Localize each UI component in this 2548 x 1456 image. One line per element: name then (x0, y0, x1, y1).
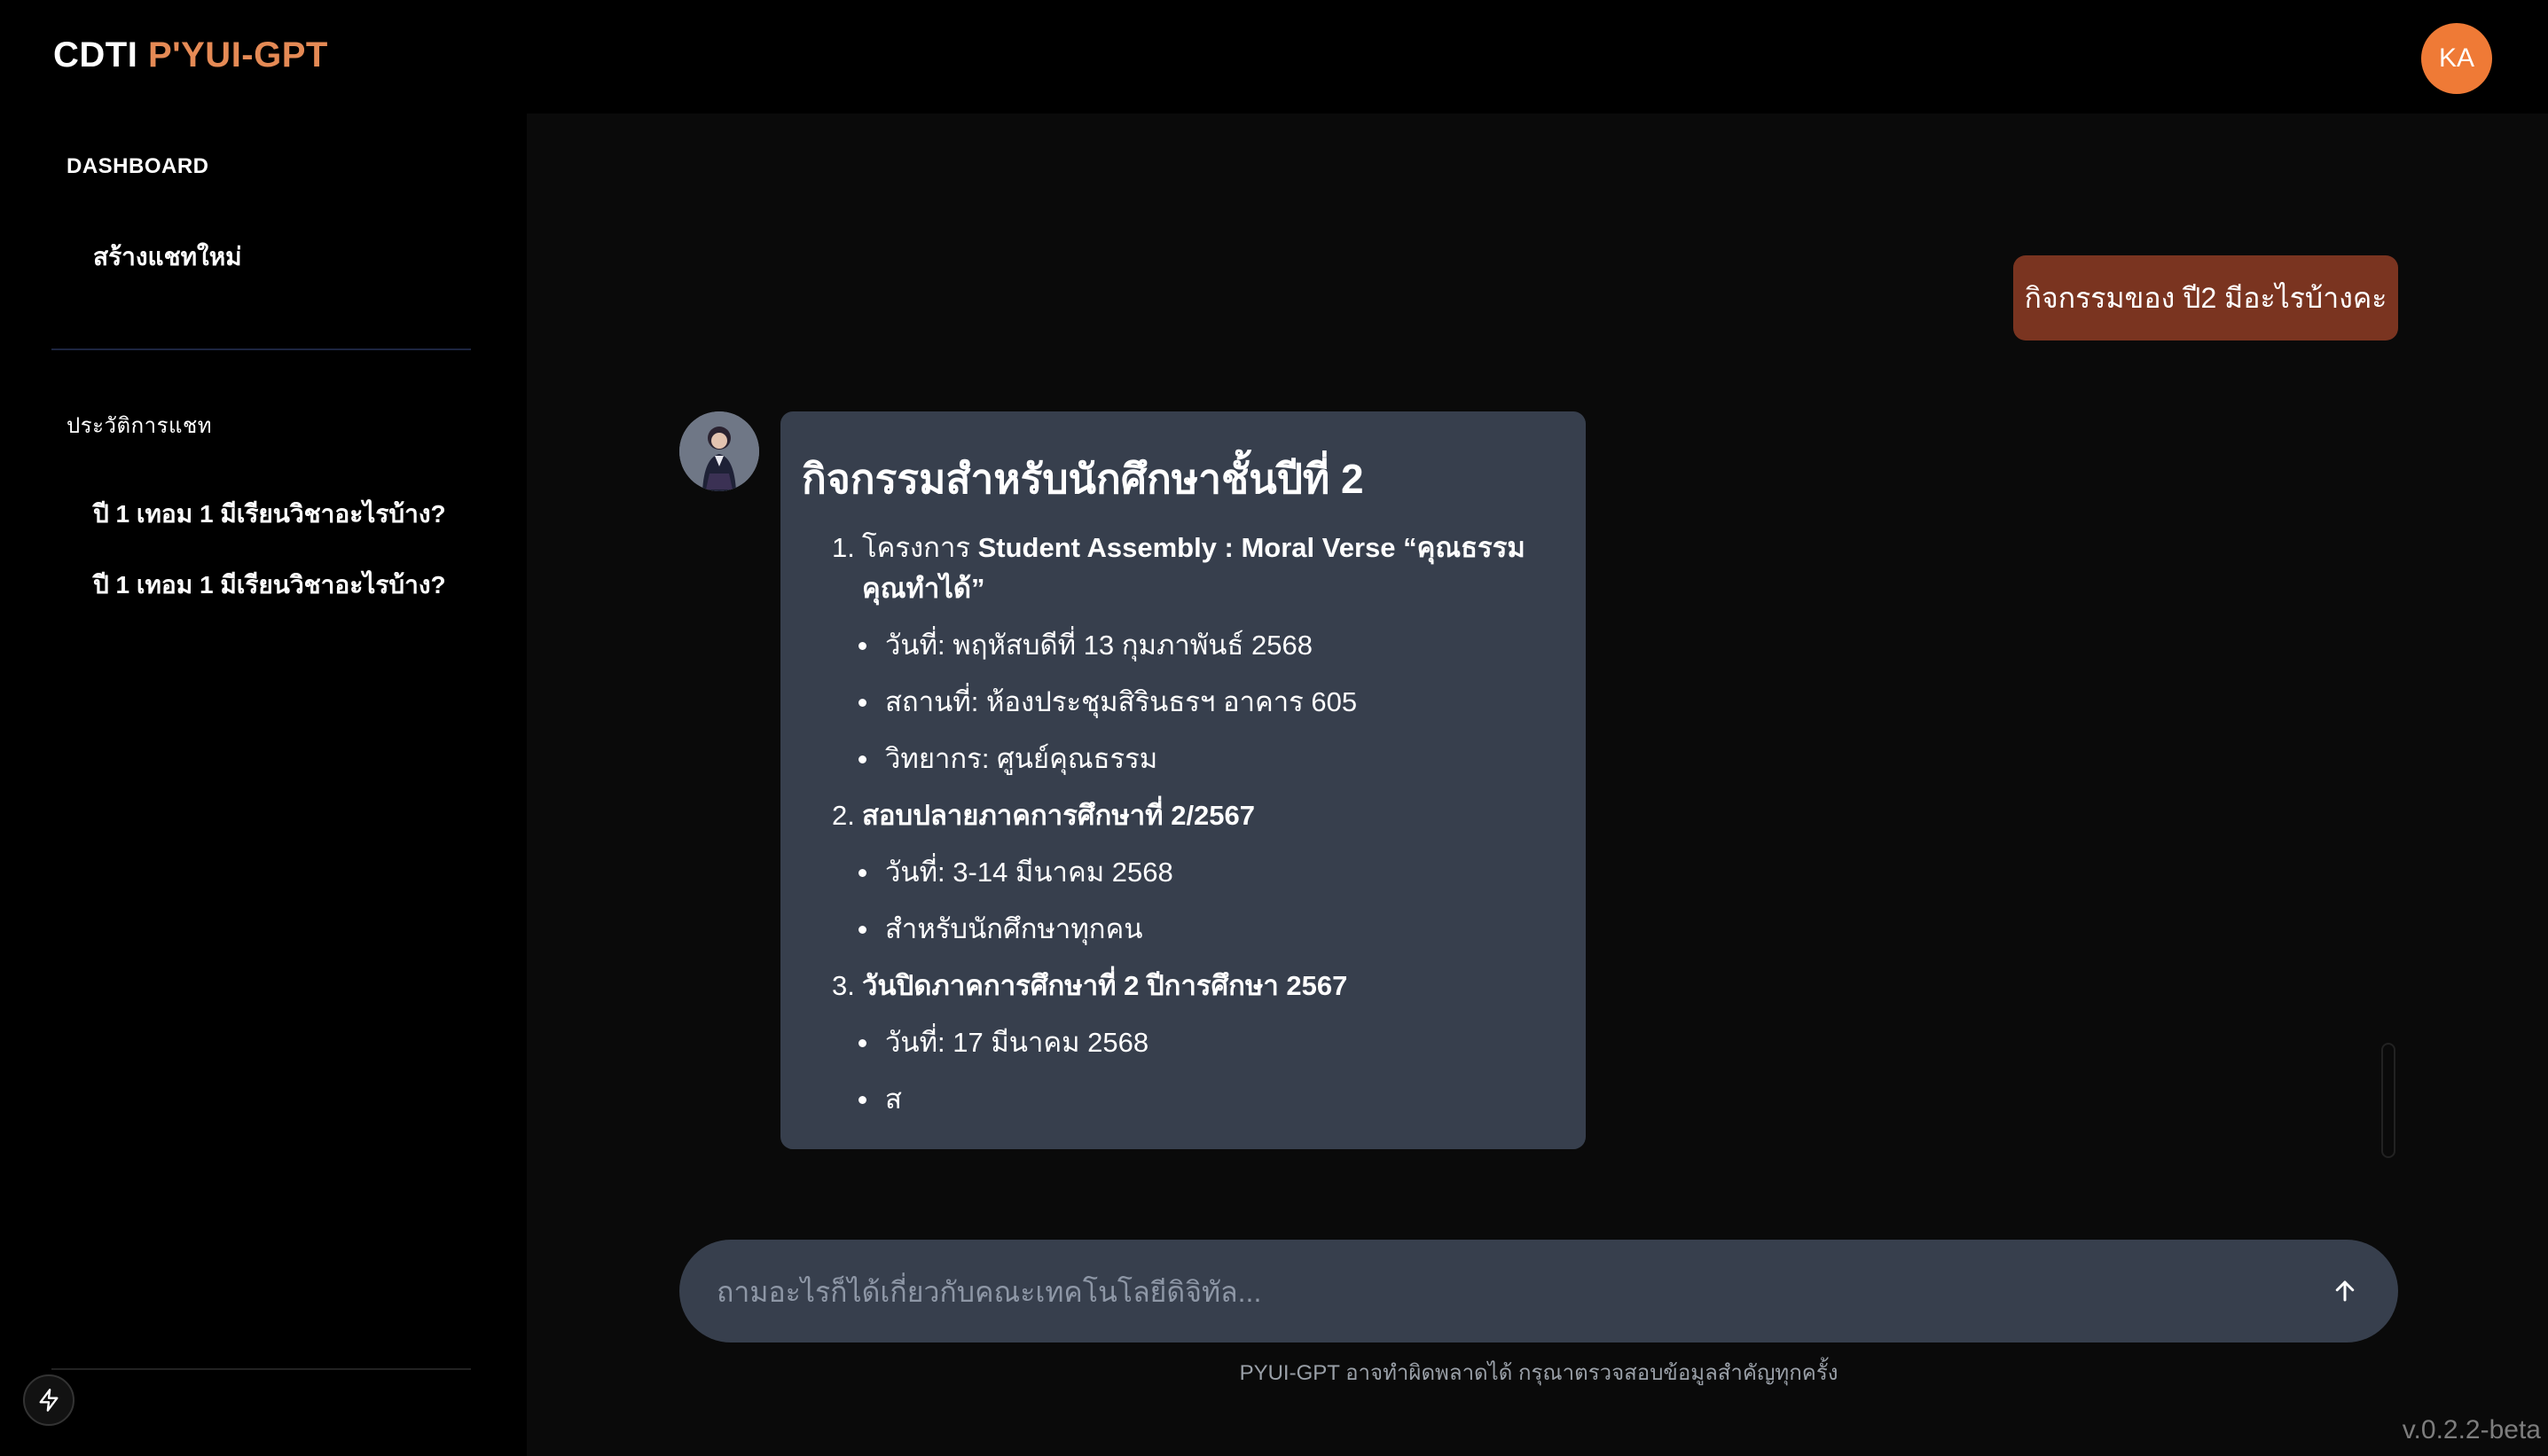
top-header: CDTI P'YUI-GPT KA (0, 0, 2548, 114)
new-chat-button[interactable]: สร้างแชทใหม่ (93, 238, 242, 277)
bullet-item: ส (802, 1079, 1564, 1120)
dashboard-heading: DASHBOARD (67, 154, 209, 178)
chat-input[interactable] (715, 1240, 2226, 1344)
list-item-prefix: โครงการ (862, 532, 978, 563)
user-message-text: กิจกรรมของ ปี2 มีอะไรบ้างคะ (2024, 281, 2387, 314)
list-item: 1. โครงการ Student Assembly : Moral Vers… (802, 528, 1564, 609)
brand-prefix: CDTI (53, 35, 148, 74)
bolt-icon (39, 1389, 59, 1412)
disclaimer-text: PYUI-GPT อาจทำผิดพลาดได้ กรุณาตรวจสอบข้อ… (1239, 1361, 1838, 1385)
list-number: 2. (832, 800, 855, 831)
bolt-button[interactable] (23, 1374, 74, 1426)
chat-area: กิจกรรมของ ปี2 มีอะไรบ้างคะ กิจกรรมสำหรั… (527, 114, 2548, 1456)
bot-avatar-image (679, 411, 759, 491)
app-logo[interactable]: CDTI P'YUI-GPT (53, 35, 328, 75)
bot-message-title: กิจกรรมสำหรับนักศึกษาชั้นปีที่ 2 (802, 456, 1364, 502)
list-number: 1. (832, 532, 855, 563)
brand-accent: P'YUI-GPT (147, 35, 328, 74)
sidebar-divider (51, 348, 471, 350)
send-button[interactable] (2320, 1266, 2370, 1316)
version-label: v.0.2.2-beta (2402, 1415, 2541, 1444)
sidebar: DASHBOARD สร้างแชทใหม่ ประวัติการแชท ปี … (0, 114, 527, 1456)
bullet-item: สำหรับนักศึกษาทุกคน (802, 909, 1564, 950)
bullet-item: วันที่: พฤหัสบดีที่ 13 กุมภาพันธ์ 2568 (802, 625, 1564, 666)
list-number: 3. (832, 970, 855, 1001)
list-item-title: วันปิดภาคการศึกษาที่ 2 ปีการศึกษา 2567 (862, 970, 1348, 1001)
bullet-item: วันที่: 17 มีนาคม 2568 (802, 1022, 1564, 1063)
bullet-item: วันที่: 3-14 มีนาคม 2568 (802, 852, 1564, 893)
bot-message: กิจกรรมสำหรับนักศึกษาชั้นปีที่ 2 1. โครง… (780, 411, 1586, 1149)
history-item[interactable]: ปี 1 เทอม 1 มีเรียนวิชาอะไรบ้าง? (93, 566, 446, 605)
bot-avatar (679, 411, 759, 491)
list-item: 3. วันปิดภาคการศึกษาที่ 2 ปีการศึกษา 256… (802, 966, 1564, 1006)
avatar-initials: KA (2438, 43, 2475, 73)
list-item: 2. สอบปลายภาคการศึกษาที่ 2/2567 (802, 795, 1564, 836)
sidebar-footer-divider (51, 1368, 471, 1370)
list-item-title: สอบปลายภาคการศึกษาที่ 2/2567 (862, 800, 1256, 831)
bullet-item: สถานที่: ห้องประชุมสิรินธรฯ อาคาร 605 (802, 682, 1564, 723)
chat-history-heading: ประวัติการแชท (67, 414, 213, 438)
bullet-item: วิทยากร: ศูนย์คุณธรรม (802, 739, 1564, 779)
arrow-up-icon (2335, 1280, 2355, 1302)
history-item[interactable]: ปี 1 เทอม 1 มีเรียนวิชาอะไรบ้าง? (93, 495, 446, 534)
scrollbar[interactable] (2381, 1043, 2395, 1158)
user-avatar[interactable]: KA (2421, 23, 2492, 94)
chat-input-bar (679, 1240, 2398, 1344)
user-message: กิจกรรมของ ปี2 มีอะไรบ้างคะ (2013, 255, 2398, 341)
